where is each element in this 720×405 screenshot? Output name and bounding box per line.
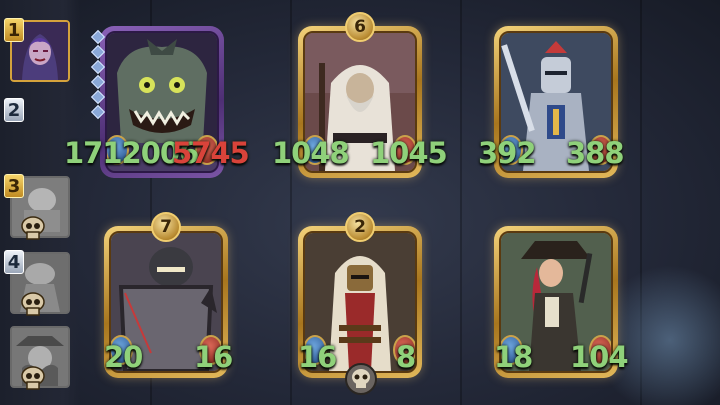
ally-attack: 20 — [104, 340, 143, 374]
enemy-attack: 1048 — [272, 136, 350, 170]
ally-attack: 18 — [494, 340, 533, 374]
light-glow — [600, 260, 720, 405]
enemy-health: 1045 — [370, 136, 448, 170]
rank-badge: 2 — [345, 212, 375, 242]
skull-icon — [21, 216, 45, 240]
skull-icon — [21, 292, 45, 316]
skull-icon — [21, 366, 45, 390]
battle-board: 1 2 3 4 6 7 2 1712006 5745 1048 1045 392… — [0, 0, 720, 405]
rank-badge: 6 — [345, 12, 375, 42]
turn-slot-5[interactable] — [2, 324, 72, 392]
ally-health: 104 — [570, 340, 629, 374]
turn-order-sidebar: 1 2 3 4 — [0, 0, 80, 405]
turn-number: 2 — [4, 98, 24, 122]
turn-slot-3[interactable]: 3 — [2, 174, 72, 242]
enemy-attack: 392 — [478, 136, 537, 170]
enemy-health: 5745 — [172, 136, 250, 170]
rank-badge: 7 — [151, 212, 181, 242]
ally-attack: 16 — [298, 340, 337, 374]
turn-slot-2[interactable]: 2 — [2, 98, 72, 166]
turn-number: 4 — [4, 250, 24, 274]
skull-emblem-icon — [345, 363, 377, 395]
turn-number: 3 — [4, 174, 24, 198]
enemy-health: 388 — [566, 136, 625, 170]
turn-number: 1 — [4, 18, 24, 42]
rank-pips — [90, 29, 106, 122]
ally-health: 16 — [194, 340, 233, 374]
turn-slot-1[interactable]: 1 — [2, 18, 72, 86]
ally-health: 8 — [396, 340, 416, 374]
turn-slot-4[interactable]: 4 — [2, 250, 72, 318]
